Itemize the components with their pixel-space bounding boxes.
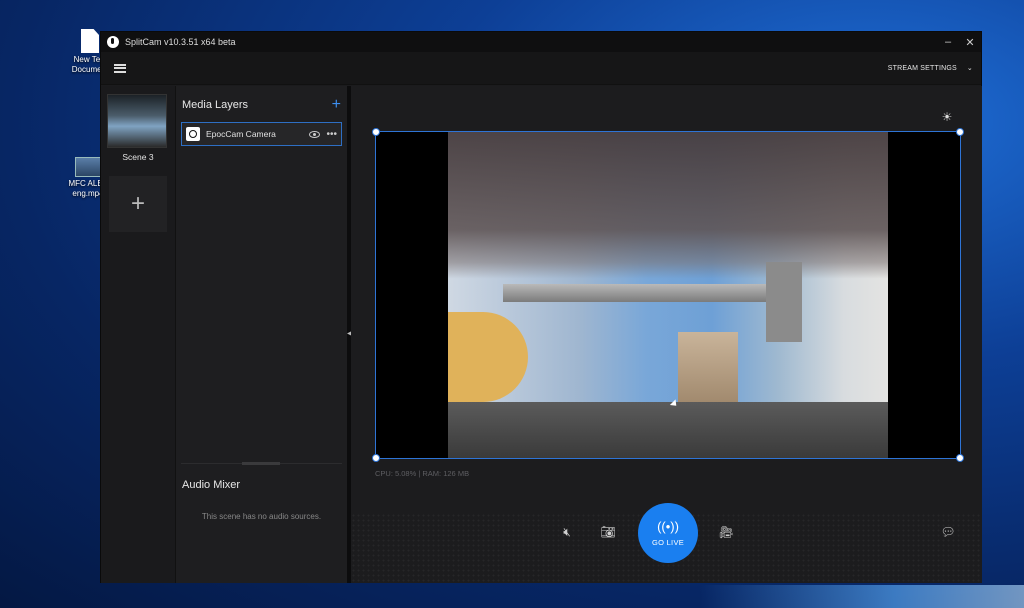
camera-feed-image xyxy=(448,132,888,458)
layer-name: EpocCam Camera xyxy=(206,129,276,139)
feed-window-sill xyxy=(448,402,888,458)
brightness-icon[interactable]: ☀ xyxy=(938,108,956,126)
media-layers-panel: Media Layers + EpocCam Camera ••• Audio … xyxy=(175,86,347,583)
go-live-button[interactable]: ((•)) GO LIVE xyxy=(638,503,698,563)
feed-building xyxy=(678,332,738,412)
eye-icon[interactable] xyxy=(309,130,321,138)
mixer-resize-handle[interactable] xyxy=(242,462,280,465)
record-video-icon[interactable]: 🎥︎ xyxy=(715,525,737,543)
app-logo-icon xyxy=(107,36,119,48)
scene-thumbnail[interactable] xyxy=(107,94,167,148)
add-layer-button[interactable]: + xyxy=(332,97,341,113)
broadcast-icon: ((•)) xyxy=(657,518,679,534)
resize-handle-bottom-right[interactable] xyxy=(956,454,964,462)
video-file-icon xyxy=(75,157,101,177)
stream-settings-label: STREAM SETTINGS xyxy=(887,64,957,72)
media-layers-header: Media Layers + xyxy=(182,97,341,113)
feed-pole xyxy=(503,284,783,302)
window-title: SplitCam v10.3.51 x64 beta xyxy=(125,37,236,47)
snapshot-camera-icon[interactable]: 📷︎ xyxy=(597,525,619,543)
camera-preview[interactable] xyxy=(372,128,964,462)
close-button[interactable]: ✕ xyxy=(959,36,981,49)
feed-pole-end xyxy=(766,262,802,342)
performance-stats: CPU: 5.08% | RAM: 126 MB xyxy=(375,469,470,478)
more-options-icon[interactable]: ••• xyxy=(326,129,337,140)
chevron-down-icon: ⌄ xyxy=(966,65,973,72)
resize-handle-top-left[interactable] xyxy=(372,128,380,136)
scenes-panel: Scene 3 + xyxy=(101,86,175,583)
audio-mixer-title: Audio Mixer xyxy=(182,479,241,491)
stream-controls: 🔇︎ 📷︎ ((•)) GO LIVE 🎥︎ 💬︎ xyxy=(351,503,982,565)
resize-handle-top-right[interactable] xyxy=(956,128,964,136)
feed-chair xyxy=(448,312,528,402)
desktop-light-glow xyxy=(700,585,1024,608)
stream-settings-button[interactable]: STREAM SETTINGS ⌄ xyxy=(887,64,973,73)
no-audio-message: This scene has no audio sources. xyxy=(201,512,322,521)
splitcam-window: SplitCam v10.3.51 x64 beta – ✕ STREAM SE… xyxy=(100,31,982,583)
main-preview-area: ☀ CPU: 5.08% | RAM: 126 MB 🔇︎ 📷︎ ((•)) G xyxy=(351,86,982,583)
scene-label: Scene 3 xyxy=(122,152,154,162)
layer-item[interactable]: EpocCam Camera ••• xyxy=(181,122,342,146)
media-layers-title: Media Layers xyxy=(182,99,249,111)
go-live-label: GO LIVE xyxy=(651,537,685,547)
text-file-icon xyxy=(81,29,99,53)
chat-icon[interactable]: 💬︎ xyxy=(937,525,959,543)
toolbar: STREAM SETTINGS ⌄ xyxy=(101,52,981,85)
mute-speaker-icon[interactable]: 🔇︎ xyxy=(556,525,578,543)
title-bar[interactable]: SplitCam v10.3.51 x64 beta – ✕ xyxy=(101,32,981,52)
minimize-button[interactable]: – xyxy=(937,36,959,48)
menu-icon[interactable] xyxy=(114,63,126,73)
add-scene-button[interactable]: + xyxy=(109,176,167,232)
webcam-icon xyxy=(186,127,200,141)
resize-handle-bottom-left[interactable] xyxy=(372,454,380,462)
